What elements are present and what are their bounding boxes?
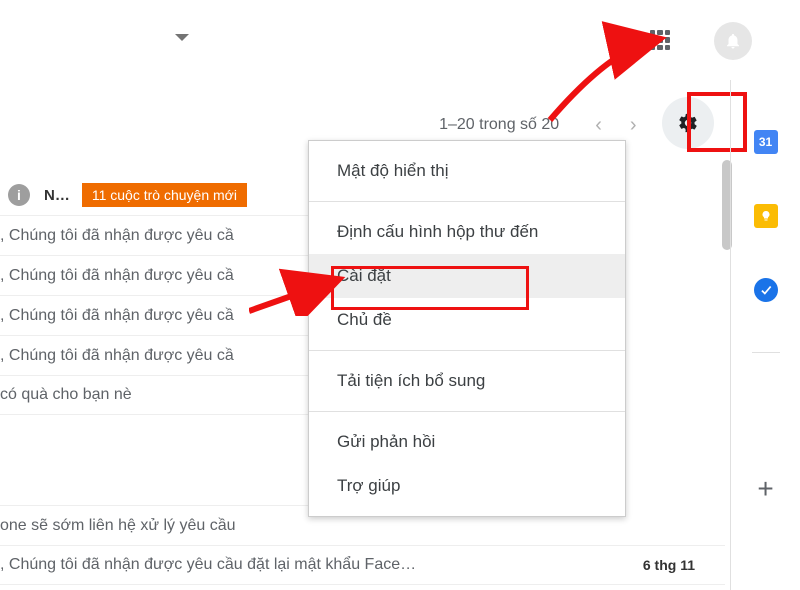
compose-dropdown-caret[interactable] xyxy=(175,34,189,41)
sidebar-separator xyxy=(752,352,780,353)
settings-menu: Mật độ hiển thị Định cấu hình hộp thư đế… xyxy=(308,140,626,517)
menu-separator xyxy=(309,201,625,202)
menu-separator xyxy=(309,411,625,412)
apps-grid-icon[interactable] xyxy=(650,30,670,50)
menu-separator xyxy=(309,350,625,351)
message-row[interactable]: , Chúng tôi đã nhận được yêu cầu đặt lại… xyxy=(0,545,725,585)
mail-toolbar: 1–20 trong số 20 ‹ › ê xyxy=(0,105,710,145)
gear-icon xyxy=(677,112,699,134)
pagination-text: 1–20 trong số 20 xyxy=(439,116,559,134)
message-subject: , Chúng tôi đã nhận được yêu cầu đặt lại… xyxy=(0,556,416,574)
add-addon-button[interactable]: + xyxy=(757,473,773,505)
menu-help[interactable]: Trợ giúp xyxy=(309,464,625,508)
calendar-icon[interactable]: 31 xyxy=(754,130,778,154)
next-page-button[interactable]: › xyxy=(630,114,637,137)
bell-icon xyxy=(724,32,742,50)
menu-feedback[interactable]: Gửi phản hồi xyxy=(309,420,625,464)
info-icon: i xyxy=(8,184,30,206)
menu-density[interactable]: Mật độ hiển thị xyxy=(309,149,625,193)
menu-settings[interactable]: Cài đặt xyxy=(309,254,625,298)
new-conversations-badge: 11 cuộc trò chuyện mới xyxy=(82,183,247,207)
settings-button[interactable] xyxy=(662,97,714,149)
notifications-button[interactable] xyxy=(714,22,752,60)
prev-page-button[interactable]: ‹ xyxy=(595,114,602,137)
menu-configure-inbox[interactable]: Định cấu hình hộp thư đến xyxy=(309,210,625,254)
message-date: 6 thg 11 xyxy=(643,557,695,573)
category-label: N… xyxy=(44,187,70,204)
keep-icon[interactable] xyxy=(754,204,778,228)
side-panel: 31 + xyxy=(730,80,800,590)
tasks-icon[interactable] xyxy=(754,278,778,302)
menu-theme[interactable]: Chủ đề xyxy=(309,298,625,342)
menu-addons[interactable]: Tải tiện ích bổ sung xyxy=(309,359,625,403)
